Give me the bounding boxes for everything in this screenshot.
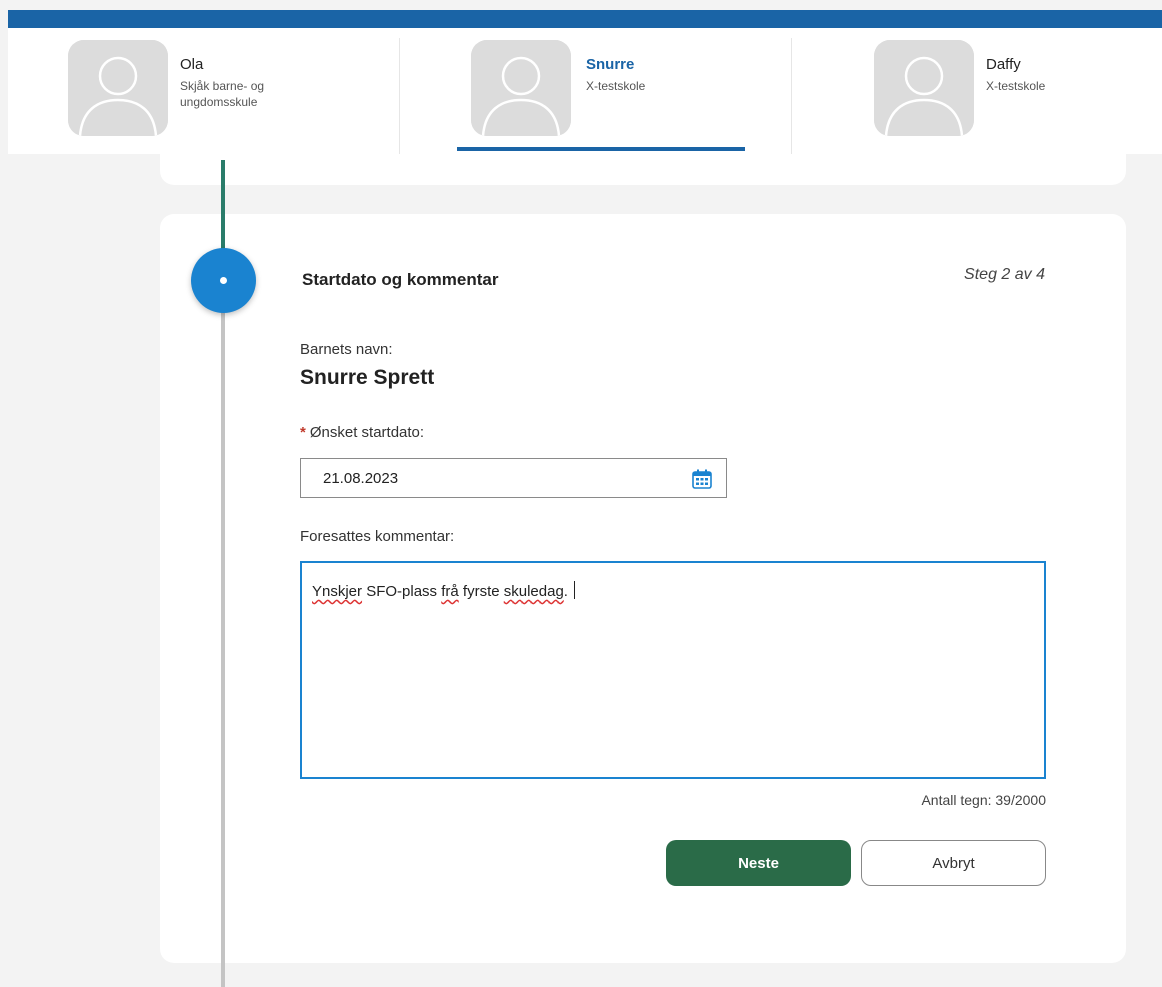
child-selector: Ola Skjåk barne- og ungdomsskule Snurre … (8, 28, 1162, 154)
top-bar (8, 10, 1162, 28)
child-name-value: Snurre Sprett (300, 366, 435, 389)
start-date-label: * Ønsket startdato: (300, 424, 424, 441)
child-school: X-testskole (586, 79, 646, 93)
comment-word: fyrste (458, 583, 504, 600)
person-silhouette-icon (874, 40, 974, 136)
step-title: Startdato og kommentar (302, 270, 499, 289)
previous-step-card (160, 154, 1126, 185)
active-tab-indicator (457, 147, 745, 151)
comment-word: Ynskjer (312, 583, 363, 600)
person-silhouette-icon (471, 40, 571, 136)
calendar-icon[interactable] (692, 469, 712, 489)
current-step-marker (191, 248, 256, 313)
comment-label: Foresattes kommentar: (300, 528, 455, 545)
child-school: X-testskole (986, 79, 1046, 93)
comment-word: . (563, 583, 568, 600)
comment-textarea[interactable]: Ynskjer SFO-plass frå fyrste skuledag. (300, 561, 1046, 779)
child-tab-daffy[interactable]: Daffy X-testskole (792, 28, 1162, 154)
text-caret (573, 581, 575, 599)
child-tab-ola[interactable]: Ola Skjåk barne- og ungdomsskule (8, 28, 400, 154)
next-button[interactable]: Neste (666, 840, 851, 886)
comment-text: Ynskjer SFO-plass frå fyrste skuledag. (312, 581, 575, 600)
timeline-pending-line (221, 300, 225, 987)
cancel-button[interactable]: Avbryt (861, 840, 1046, 886)
child-name: Snurre (586, 56, 635, 73)
character-count: Antall tegn: 39/2000 (921, 792, 1046, 808)
comment-word: frå (441, 583, 459, 600)
timeline-completed-line (221, 160, 225, 250)
child-school: Skjåk barne- og ungdomsskule (180, 79, 265, 109)
start-date-label-text: Ønsket startdato: (309, 424, 425, 441)
comment-word: SFO-plass (362, 583, 442, 600)
start-date-input[interactable] (323, 467, 673, 489)
child-name-label: Barnets navn: (300, 341, 393, 358)
person-silhouette-icon (68, 40, 168, 136)
start-date-field[interactable] (300, 458, 727, 498)
step-dot-icon (220, 277, 227, 284)
child-tab-snurre[interactable]: Snurre X-testskole (400, 28, 792, 154)
step-progress: Steg 2 av 4 (964, 266, 1045, 283)
child-name: Ola (180, 56, 204, 73)
child-name: Daffy (986, 56, 1021, 73)
comment-word: skuledag (503, 583, 564, 600)
required-marker: * (300, 424, 306, 441)
